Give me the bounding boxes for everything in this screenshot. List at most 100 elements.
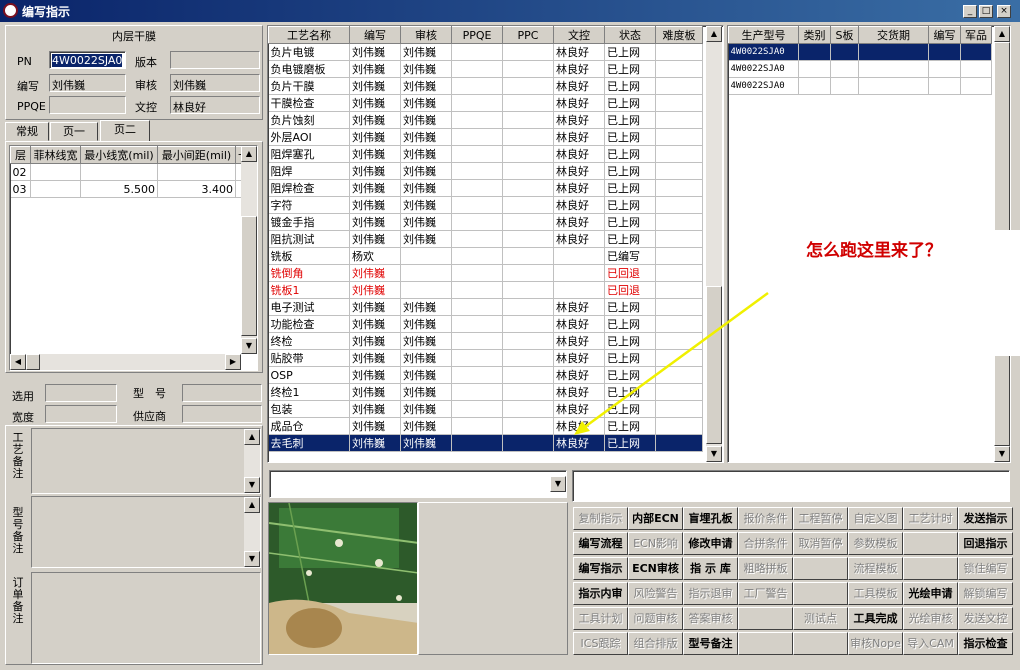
action-button[interactable]: 组合排版 [628, 632, 683, 655]
action-button[interactable]: 取消暂停 [793, 532, 848, 555]
col-min-width[interactable]: 最小线宽(mil) [80, 146, 158, 164]
action-button[interactable]: 工具计划 [573, 607, 628, 630]
action-button[interactable]: 粗略拼板 [738, 557, 793, 580]
action-button[interactable]: 指示退审 [683, 582, 738, 605]
process-row[interactable]: 阻焊 刘伟巍 刘伟巍 林良好 已上网 [268, 162, 703, 180]
layer-grid-vscroll[interactable]: ▲ ▼ [241, 146, 257, 354]
action-button[interactable]: 答案审核 [683, 607, 738, 630]
minimize-button[interactable]: _ [963, 5, 977, 18]
scroll-down-icon[interactable]: ▼ [244, 477, 260, 493]
action-button[interactable] [793, 632, 848, 655]
version-field[interactable] [170, 51, 260, 69]
action-button[interactable]: 工艺计时 [903, 507, 958, 530]
model-field[interactable] [182, 384, 262, 402]
col-header[interactable]: 类别 [798, 26, 831, 44]
col-header[interactable]: 交货期 [858, 26, 929, 44]
tab-general[interactable]: 常规 [5, 122, 49, 141]
action-button[interactable]: 盲埋孔板 [683, 507, 738, 530]
tab-page-2[interactable]: 页二 [100, 120, 150, 142]
scroll-thumb[interactable] [241, 216, 257, 336]
col-header[interactable]: 文控 [553, 26, 605, 44]
process-row[interactable]: 阻焊检查 刘伟巍 刘伟巍 林良好 已上网 [268, 179, 703, 197]
pn-field[interactable]: 4W0022SJA0 [49, 51, 126, 69]
action-button[interactable]: 工具模板 [848, 582, 903, 605]
action-button[interactable]: 复制指示 [573, 507, 628, 530]
scroll-left-icon[interactable]: ◀ [10, 354, 26, 370]
select-field[interactable] [45, 384, 117, 402]
col-header[interactable]: 难度板 [655, 26, 703, 44]
scroll-down-icon[interactable]: ▼ [994, 446, 1010, 462]
process-row[interactable]: 阻抗测试 刘伟巍 刘伟巍 林良好 已上网 [268, 230, 703, 248]
process-note-box[interactable]: ▲ ▼ [31, 428, 261, 494]
scroll-down-icon[interactable]: ▼ [241, 338, 257, 354]
action-button[interactable]: 工厂警告 [738, 582, 793, 605]
scroll-down-icon[interactable]: ▼ [244, 551, 260, 567]
action-button[interactable]: 回退指示 [958, 532, 1013, 555]
action-button[interactable] [793, 582, 848, 605]
col-header[interactable]: 编写 [349, 26, 401, 44]
maximize-button[interactable]: □ [979, 5, 993, 18]
scroll-down-icon[interactable]: ▼ [706, 446, 722, 462]
tab-page-1[interactable]: 页一 [50, 122, 98, 141]
process-row[interactable]: 镀金手指 刘伟巍 刘伟巍 林良好 已上网 [268, 213, 703, 231]
scroll-up-icon[interactable]: ▲ [244, 497, 260, 513]
action-button[interactable]: 发送文控 [958, 607, 1013, 630]
action-button[interactable]: 测试点 [793, 607, 848, 630]
action-button[interactable] [738, 632, 793, 655]
ppqe-field[interactable] [49, 96, 126, 114]
process-row[interactable]: 字符 刘伟巍 刘伟巍 林良好 已上网 [268, 196, 703, 214]
action-button[interactable] [903, 532, 958, 555]
process-row[interactable]: 负电镀磨板 刘伟巍 刘伟巍 林良好 已上网 [268, 60, 703, 78]
action-button[interactable]: 指示内审 [573, 582, 628, 605]
process-row[interactable]: 铣板 杨欢 已编写 [268, 247, 703, 265]
action-button[interactable]: 自定义图 [848, 507, 903, 530]
action-button[interactable]: 合拼条件 [738, 532, 793, 555]
model-note-box[interactable]: ▲ ▼ [31, 496, 261, 568]
layer-row[interactable]: 03 5.500 3.400 [10, 180, 251, 198]
action-button[interactable]: 光绘申请 [903, 582, 958, 605]
action-button[interactable]: 光绘审核 [903, 607, 958, 630]
process-combo[interactable]: ▼ [269, 470, 567, 498]
action-button[interactable] [738, 607, 793, 630]
action-button[interactable]: 锁住编写 [958, 557, 1013, 580]
model-row[interactable]: 4W0022SJA0 [728, 77, 992, 95]
scroll-up-icon[interactable]: ▲ [244, 429, 260, 445]
col-header[interactable]: 编写 [928, 26, 961, 44]
action-button[interactable]: 参数模板 [848, 532, 903, 555]
layer-grid-hscroll[interactable]: ◀ ▶ [10, 354, 241, 370]
col-film-width[interactable]: 菲林线宽 [30, 146, 81, 164]
reviewer-field[interactable]: 刘伟巍 [170, 74, 260, 92]
scroll-thumb[interactable] [26, 354, 40, 370]
action-button[interactable]: 工程暂停 [793, 507, 848, 530]
action-button[interactable]: 流程模板 [848, 557, 903, 580]
action-button[interactable]: 内部ECN [628, 507, 683, 530]
model-row[interactable]: 4W0022SJA0 [728, 60, 992, 78]
doc-control-field[interactable]: 林良好 [170, 96, 260, 114]
action-button[interactable]: 指示检查 [958, 632, 1013, 655]
action-button[interactable]: ICS跟踪 [573, 632, 628, 655]
col-header[interactable]: 生产型号 [728, 26, 799, 44]
action-button[interactable]: 报价条件 [738, 507, 793, 530]
search-input[interactable] [572, 470, 1010, 502]
col-header[interactable]: PPQE [451, 26, 503, 44]
action-button[interactable]: 导入CAM [903, 632, 958, 655]
close-button[interactable]: × [997, 5, 1011, 18]
process-row[interactable]: 负片蚀刻 刘伟巍 刘伟巍 林良好 已上网 [268, 111, 703, 129]
scroll-up-icon[interactable]: ▲ [994, 26, 1010, 42]
order-note-box[interactable] [31, 572, 261, 664]
writer-field[interactable]: 刘伟巍 [49, 74, 126, 92]
action-button[interactable]: 问题审核 [628, 607, 683, 630]
width-field[interactable] [45, 405, 117, 423]
action-button[interactable]: 编写流程 [573, 532, 628, 555]
scroll-right-icon[interactable]: ▶ [225, 354, 241, 370]
col-header[interactable]: 军品 [960, 26, 992, 44]
process-row[interactable]: 阻焊塞孔 刘伟巍 刘伟巍 林良好 已上网 [268, 145, 703, 163]
model-row[interactable]: 4W0022SJA0 [728, 43, 992, 61]
process-row[interactable]: 干膜检查 刘伟巍 刘伟巍 林良好 已上网 [268, 94, 703, 112]
action-button[interactable]: 风险警告 [628, 582, 683, 605]
action-button[interactable]: 修改申请 [683, 532, 738, 555]
col-header[interactable]: 状态 [604, 26, 656, 44]
action-button[interactable]: 指 示 库 [683, 557, 738, 580]
col-header[interactable]: PPC [502, 26, 554, 44]
process-row[interactable]: 外层AOI 刘伟巍 刘伟巍 林良好 已上网 [268, 128, 703, 146]
